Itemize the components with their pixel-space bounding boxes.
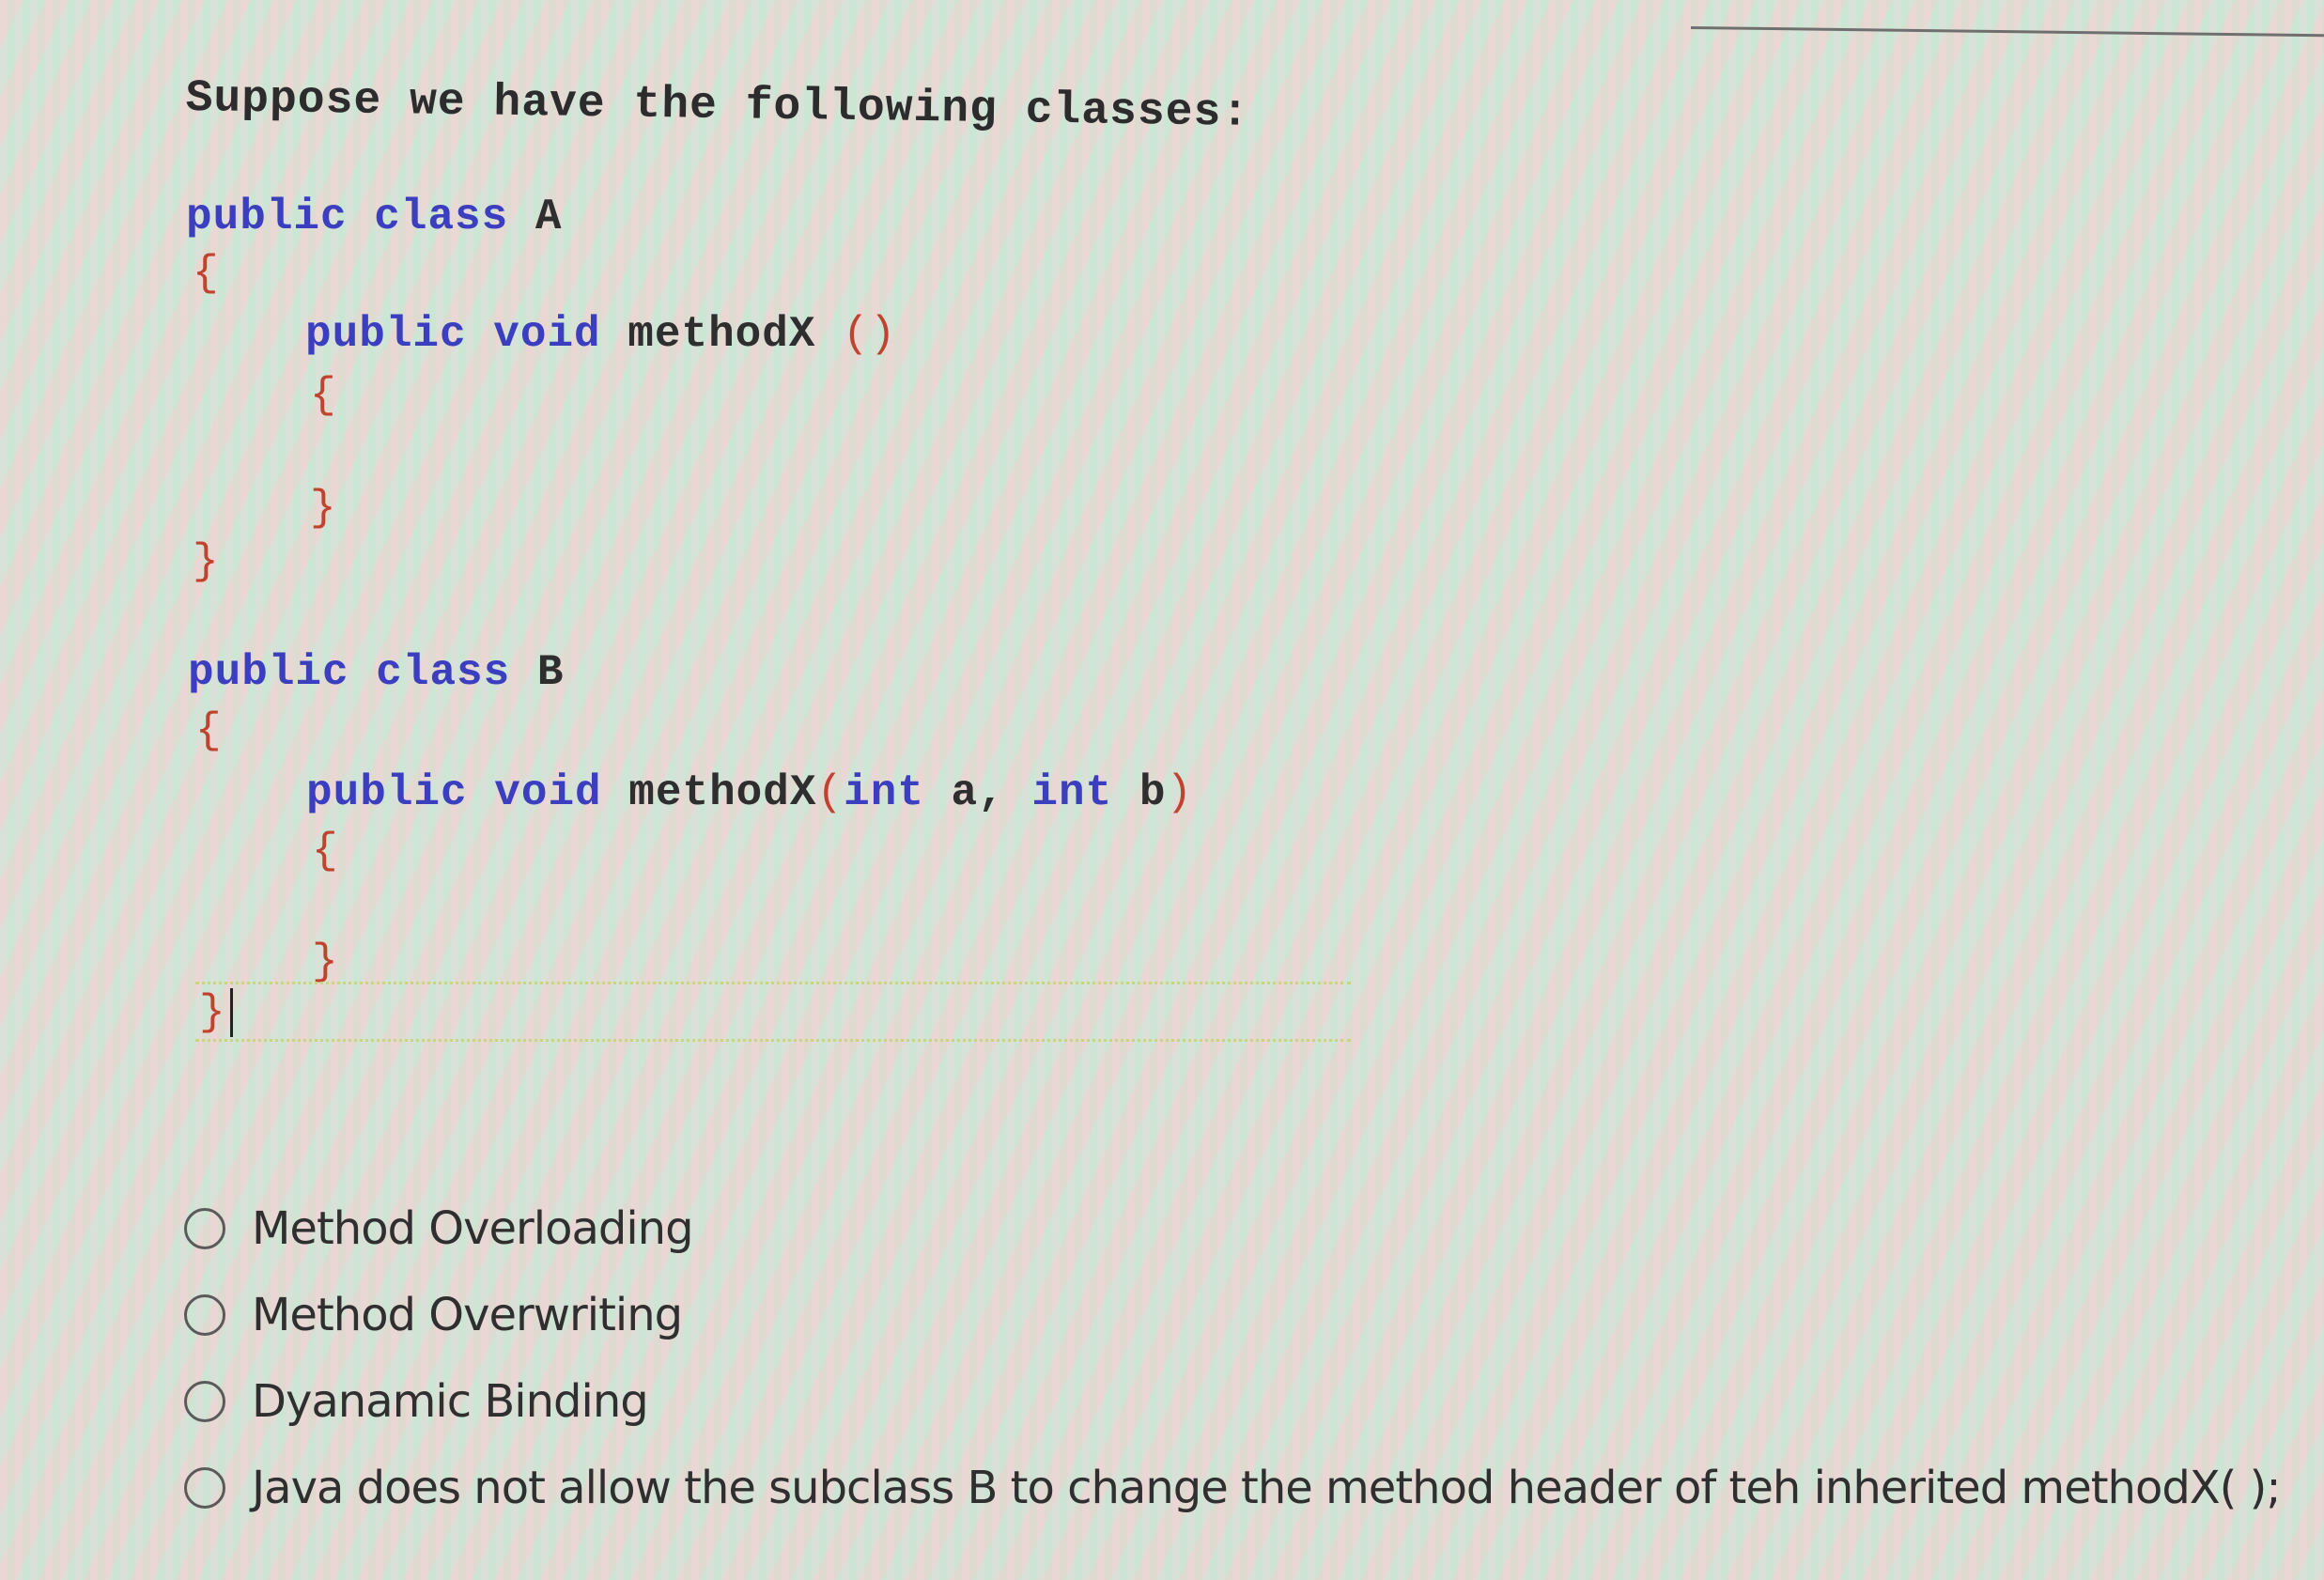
class-a-method-paren-close: )	[869, 310, 897, 359]
class-a-open-brace: {	[193, 249, 220, 298]
class-a-method-close-brace: }	[310, 484, 337, 533]
class-b-param2-name: b	[1139, 768, 1167, 817]
answer-options: Method Overloading Method Overwriting Dy…	[184, 1185, 2282, 1531]
class-a-keywords: public class	[186, 193, 509, 241]
class-b-method-name: methodX	[628, 768, 817, 817]
option-label: Java does not allow the subclass B to ch…	[252, 1462, 2282, 1514]
class-b-method-open-brace: {	[312, 827, 339, 875]
option-label: Method Overloading	[252, 1202, 694, 1255]
class-b-close-line[interactable]: }	[199, 988, 233, 1037]
class-b-method-keywords: public void	[306, 768, 602, 817]
radio-button-icon[interactable]	[184, 1208, 225, 1249]
radio-button-icon[interactable]	[184, 1294, 225, 1336]
class-a-method-open-brace: {	[310, 371, 337, 420]
top-divider	[1690, 26, 2324, 38]
option-java-not-allowed[interactable]: Java does not allow the subclass B to ch…	[184, 1445, 2282, 1531]
class-a-close-brace: }	[193, 537, 220, 586]
text-cursor	[229, 988, 233, 1037]
option-method-overloading[interactable]: Method Overloading	[184, 1185, 2281, 1272]
class-b-method-paren-open: (	[816, 768, 844, 817]
class-b-close-brace: }	[199, 988, 226, 1038]
radio-button-icon[interactable]	[184, 1381, 225, 1422]
option-dynamic-binding[interactable]: Dyanamic Binding	[184, 1358, 2281, 1445]
class-a-header: public class A	[186, 193, 562, 241]
question-prompt: Suppose we have the following classes:	[185, 73, 1250, 139]
class-b-name: B	[536, 648, 565, 697]
class-b-param2-type: int	[1031, 768, 1113, 817]
class-b-method-close-brace: }	[312, 937, 339, 986]
class-b-param1-name: a,	[951, 768, 1005, 817]
class-b-method-paren-close: )	[1166, 768, 1194, 817]
class-b-method-header: public void methodX(int a, int b)	[306, 768, 1193, 817]
class-b-keywords: public class	[188, 648, 511, 697]
option-method-overwriting[interactable]: Method Overwriting	[184, 1272, 2281, 1358]
class-a-name: A	[535, 193, 563, 241]
class-a-method-keywords: public void	[305, 310, 601, 359]
class-a-method-paren-open: (	[843, 310, 870, 359]
active-edit-line[interactable]	[195, 982, 1351, 1042]
radio-button-icon[interactable]	[184, 1467, 225, 1509]
class-a-method-header: public void methodX ()	[305, 310, 896, 359]
option-label: Dyanamic Binding	[252, 1375, 649, 1428]
option-label: Method Overwriting	[252, 1289, 683, 1341]
class-a-method-name: methodX	[627, 310, 816, 359]
class-b-header: public class B	[188, 648, 564, 697]
class-b-param1-type: int	[844, 768, 924, 817]
class-b-open-brace: {	[195, 706, 223, 755]
